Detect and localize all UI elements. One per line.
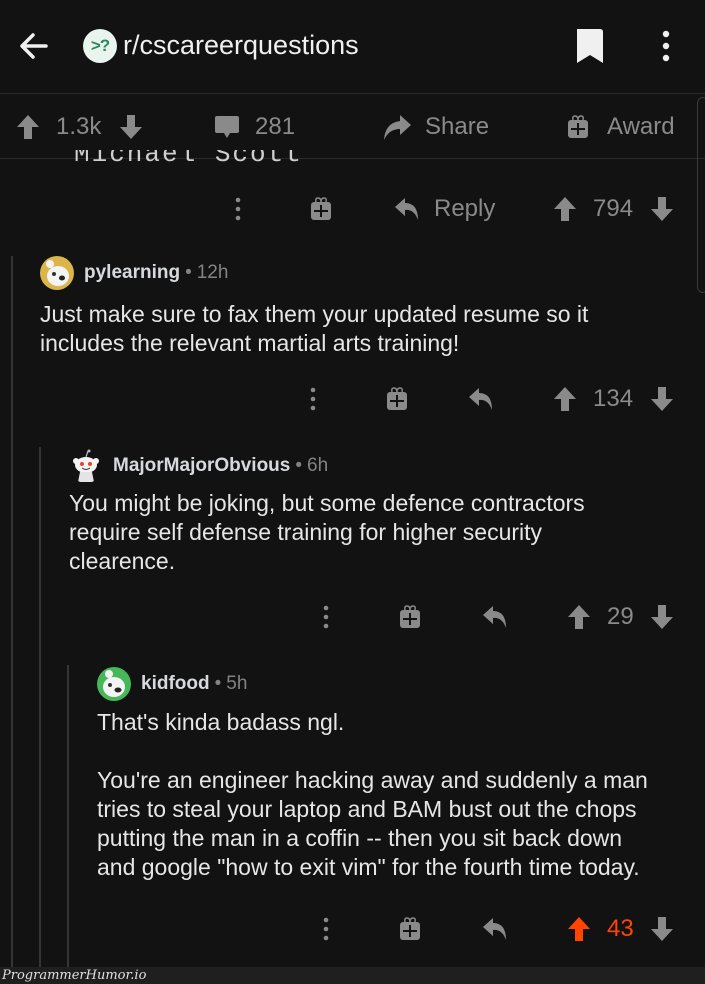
username[interactable]: kidfood — [141, 673, 210, 695]
comment-score: 794 — [593, 195, 634, 222]
comment-header: pylearning • 12h — [40, 256, 228, 290]
gift-icon — [311, 197, 331, 220]
share-label: Share — [425, 113, 490, 140]
reply-button[interactable] — [482, 909, 508, 949]
save-button[interactable] — [575, 27, 605, 65]
comment-actions: 29 — [0, 597, 705, 637]
timestamp: 6h — [307, 455, 329, 476]
comment-actions: 43 — [0, 909, 705, 949]
snoo-avatar-icon — [46, 260, 69, 286]
watermark-text: ProgrammerHumor.io — [2, 968, 147, 983]
comment-score: 29 — [607, 603, 634, 630]
comment-score: 134 — [593, 385, 634, 412]
upvote-icon — [554, 197, 576, 221]
snoo-avatar-icon — [103, 670, 125, 697]
username[interactable]: pylearning — [84, 262, 180, 284]
gift-icon — [400, 605, 420, 628]
kebab-icon — [235, 197, 241, 221]
comment-count: 281 — [255, 113, 296, 140]
award-button[interactable]: Award — [567, 95, 675, 159]
user-avatar[interactable] — [97, 667, 131, 701]
more-button[interactable] — [228, 189, 248, 229]
gift-icon — [568, 115, 588, 138]
kebab-icon — [323, 605, 329, 629]
thread-line-level-2[interactable] — [39, 447, 41, 967]
upvote-button[interactable] — [567, 597, 591, 637]
reply-button[interactable] — [482, 597, 508, 637]
more-button[interactable] — [316, 909, 336, 949]
reply-button[interactable] — [468, 379, 494, 419]
separator-dot: • — [295, 455, 303, 476]
reply-icon — [395, 198, 418, 220]
reply-icon — [483, 606, 506, 628]
reply-button[interactable]: Reply — [394, 189, 495, 229]
award-button[interactable] — [310, 189, 332, 229]
downvote-button[interactable] — [650, 909, 674, 949]
watermark-bar: ProgrammerHumor.io — [0, 967, 705, 984]
upvote-icon — [17, 115, 39, 139]
timestamp: 5h — [226, 673, 248, 694]
share-button[interactable]: Share — [382, 95, 489, 159]
comment-body: You might be joking, but some defence co… — [69, 490, 585, 574]
separator-dot: • — [185, 262, 192, 283]
upvote-icon — [554, 387, 576, 411]
award-label: Award — [607, 113, 675, 140]
more-options-button[interactable] — [656, 28, 676, 64]
comment-header: kidfood • 5h — [97, 667, 247, 701]
upvote-button[interactable] — [553, 379, 577, 419]
comment-header: MajorMajorObvious • 6h — [69, 449, 328, 483]
subreddit-name[interactable]: r/cscareerquestions — [123, 30, 359, 61]
reply-label: Reply — [434, 195, 496, 222]
comment-body: Just make sure to fax them your updated … — [40, 301, 589, 356]
kebab-icon — [323, 917, 329, 941]
award-button[interactable] — [399, 597, 421, 637]
reply-icon — [469, 388, 492, 410]
upvote-icon — [568, 605, 590, 629]
comment-body: That's kinda badass ngl. You're an engin… — [97, 709, 648, 880]
comment-actions: 134 — [0, 379, 705, 419]
subreddit-icon[interactable]: >? — [83, 29, 117, 63]
downvote-icon — [651, 917, 673, 941]
username[interactable]: MajorMajorObvious — [113, 455, 290, 477]
gift-icon — [387, 387, 407, 410]
more-button[interactable] — [303, 379, 323, 419]
user-avatar[interactable] — [69, 449, 103, 483]
separator-dot: • — [214, 673, 222, 694]
gift-icon — [400, 917, 420, 940]
award-button[interactable] — [399, 909, 421, 949]
downvote-icon — [120, 115, 142, 139]
parent-comment-text-cut: Michael Scott — [74, 150, 303, 162]
user-avatar[interactable] — [40, 256, 74, 290]
comment-bubble-icon — [215, 116, 239, 138]
downvote-button[interactable] — [650, 189, 674, 229]
downvote-button[interactable] — [650, 597, 674, 637]
reply-icon — [483, 918, 506, 940]
post-upvote-button[interactable] — [16, 95, 40, 159]
more-button[interactable] — [316, 597, 336, 637]
downvote-button[interactable] — [650, 379, 674, 419]
comment-score: 43 — [607, 915, 634, 942]
back-button[interactable] — [16, 28, 52, 64]
top-bar: >? r/cscareerquestions — [0, 0, 705, 94]
award-button[interactable] — [386, 379, 408, 419]
share-icon — [384, 115, 411, 140]
upvote-button[interactable] — [553, 189, 577, 229]
snoo-avatar-icon — [73, 449, 99, 482]
parent-comment-actions: Reply 794 — [0, 189, 705, 229]
timestamp: 12h — [196, 262, 229, 283]
bookmark-icon — [577, 29, 603, 63]
downvote-icon — [651, 605, 673, 629]
kebab-menu-icon — [662, 30, 670, 62]
kebab-icon — [310, 387, 316, 411]
back-arrow-icon — [20, 33, 48, 59]
downvote-icon — [651, 387, 673, 411]
upvote-button-active[interactable] — [567, 909, 591, 949]
upvote-icon — [568, 917, 590, 941]
downvote-icon — [651, 197, 673, 221]
